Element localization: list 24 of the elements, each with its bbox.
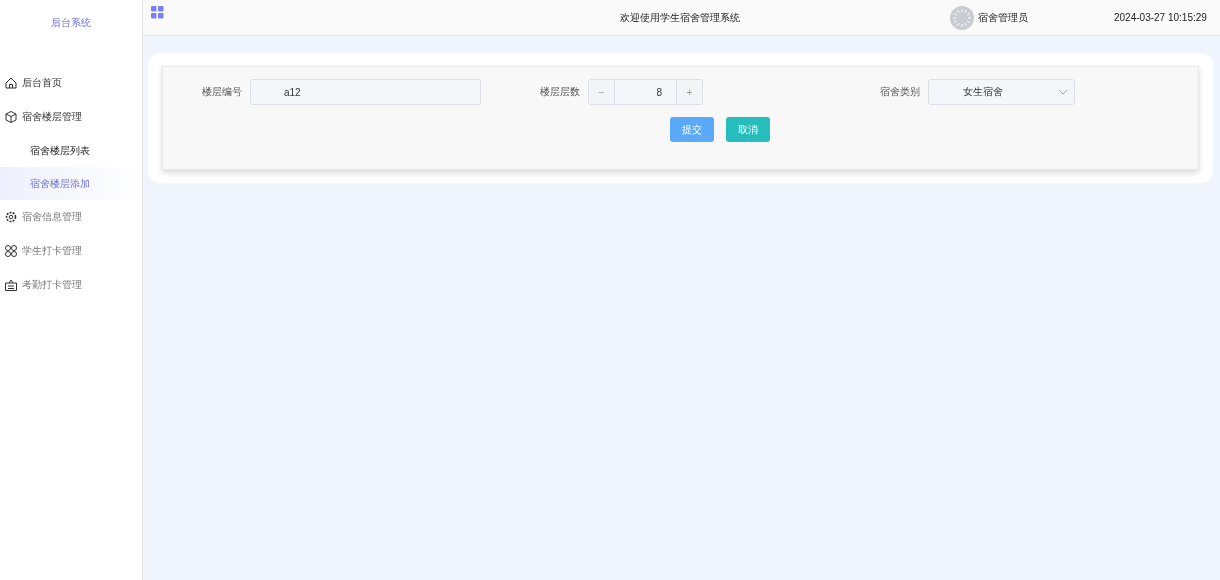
grid-menu-icon[interactable] (151, 6, 164, 19)
number-field[interactable]: − 8 + (588, 79, 703, 105)
avatar (950, 5, 974, 30)
clipboard-icon (4, 278, 18, 292)
field-label: 宿舍类别 (880, 85, 920, 99)
field-label: 楼层编号 (202, 85, 242, 99)
submenu-item[interactable]: 宿舍楼层列表 (0, 134, 142, 167)
date-time: 2024-03-27 10:15:29 (1114, 12, 1207, 23)
home-icon (4, 76, 18, 90)
grid-icon (4, 244, 18, 258)
select-field[interactable]: 女生宿舍 (928, 79, 1075, 105)
menu-item[interactable]: 宿舍信息管理 (0, 200, 142, 234)
text-field[interactable]: a12 (250, 79, 481, 105)
field-label: 楼层层数 (540, 85, 580, 99)
user-name: 宿舍管理员 (978, 10, 1028, 25)
menu-item[interactable]: 后台首页 (0, 66, 142, 100)
header-title: 欢迎使用学生宿舍管理系统 (620, 10, 741, 25)
menu-item[interactable]: 学生打卡管理 (0, 234, 142, 268)
brand-title: 后台系统 (50, 16, 92, 30)
cube-icon (4, 110, 18, 124)
menu-item[interactable]: 考勤打卡管理 (0, 268, 142, 302)
chevron-down-icon (1058, 89, 1068, 95)
menu-item[interactable]: 宿舍楼层管理 (0, 100, 142, 134)
gear-icon (4, 210, 18, 224)
